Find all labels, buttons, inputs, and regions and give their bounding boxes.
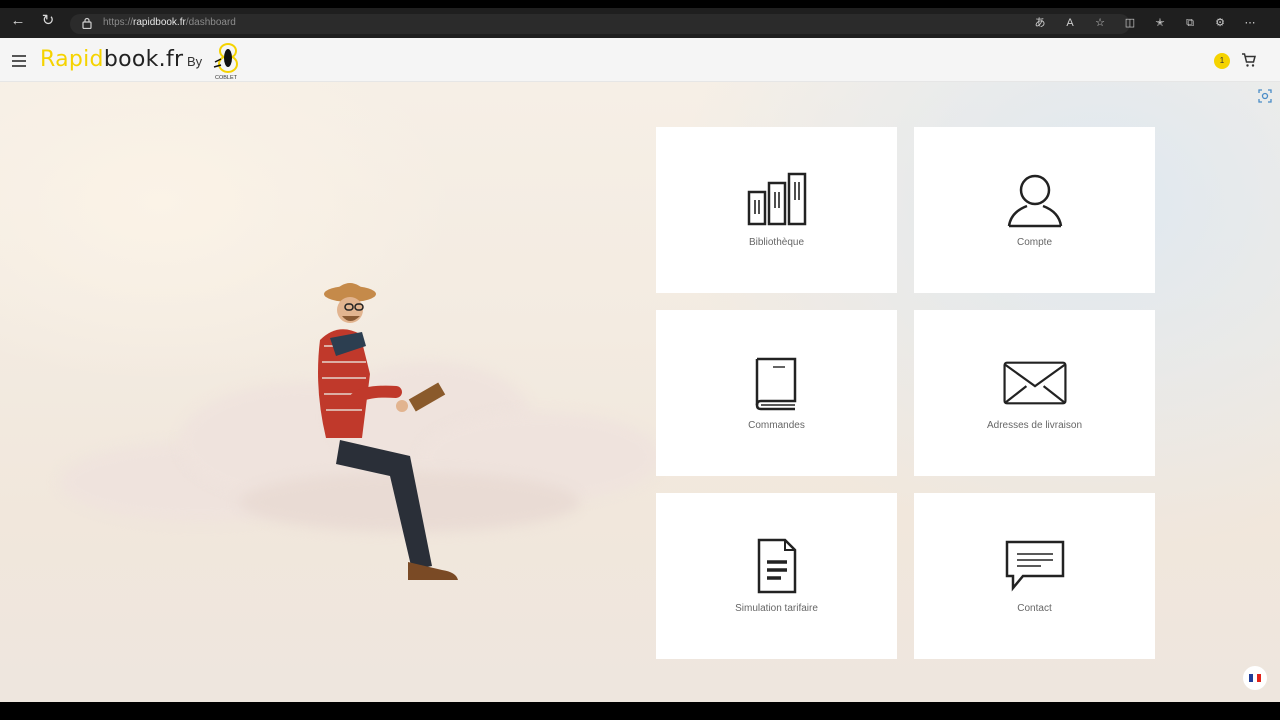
reload-icon[interactable]: ↻ [40,13,56,29]
card-label: Contact [1017,603,1052,614]
logo-book: book.fr [103,47,184,72]
card-contact[interactable]: Contact [914,493,1155,659]
books-icon [747,172,806,226]
rapidbook-logo[interactable]: Rapidbook.fr [40,47,183,72]
book-icon [755,357,796,411]
card-commandes[interactable]: Commandes [656,310,897,476]
app-header: Rapidbook.fr By COBLET 1 [0,38,1280,82]
favorites-icon[interactable]: ✭ [1152,15,1168,31]
card-label: Compte [1016,237,1052,248]
url-host: rapidbook.fr [133,17,186,28]
shopping-cart-icon[interactable] [1241,52,1257,68]
svg-text:COBLET: COBLET [215,75,238,80]
card-label: Bibliothèque [748,237,805,248]
card-label: Adresses de livraison [986,420,1083,431]
card-label: Commandes [748,420,805,431]
reader-on-cloud-illustration [318,283,458,580]
cart-count-badge[interactable]: 1 [1214,53,1230,69]
document-icon [757,538,796,594]
bottom-black-bar [0,702,1280,720]
card-compte[interactable]: Compte [914,127,1155,293]
card-adresses-livraison[interactable]: Adresses de livraison [914,310,1155,476]
read-aloud-icon[interactable]: あ [1032,15,1048,31]
card-simulation-tarifaire[interactable]: Simulation tarifaire [656,493,897,659]
user-icon [1007,174,1062,228]
card-bibliotheque[interactable]: Bibliothèque [656,127,897,293]
hamburger-menu-icon[interactable] [12,55,26,67]
url-path: /dashboard [185,17,236,28]
visual-search-icon[interactable] [1257,88,1273,104]
envelope-icon [1002,361,1067,405]
more-menu-icon[interactable]: ⋯ [1242,15,1258,31]
url-text[interactable]: https://rapidbook.fr/dashboard [103,17,236,28]
browser-toolbar: ← ↻ https://rapidbook.fr/dashboard あ A ☆… [0,0,1280,38]
chat-icon [1005,540,1064,592]
text-size-icon[interactable]: A [1062,15,1078,31]
language-selector[interactable] [1243,666,1267,690]
collections-icon[interactable]: ⧉ [1182,15,1198,31]
split-screen-icon[interactable]: ◫ [1122,15,1138,31]
extensions-icon[interactable]: ⚙ [1212,15,1228,31]
logo-rapid: Rapid [40,47,104,72]
coblet-logo-icon: COBLET [213,43,238,80]
french-flag-icon [1249,674,1261,682]
window-top-strip [0,0,1280,8]
card-label: Simulation tarifaire [735,603,818,614]
by-label: By [187,54,203,69]
back-arrow-icon[interactable]: ← [10,13,26,29]
url-scheme: https:// [103,17,134,28]
lock-icon[interactable] [82,17,92,29]
favorite-star-icon[interactable]: ☆ [1092,15,1108,31]
